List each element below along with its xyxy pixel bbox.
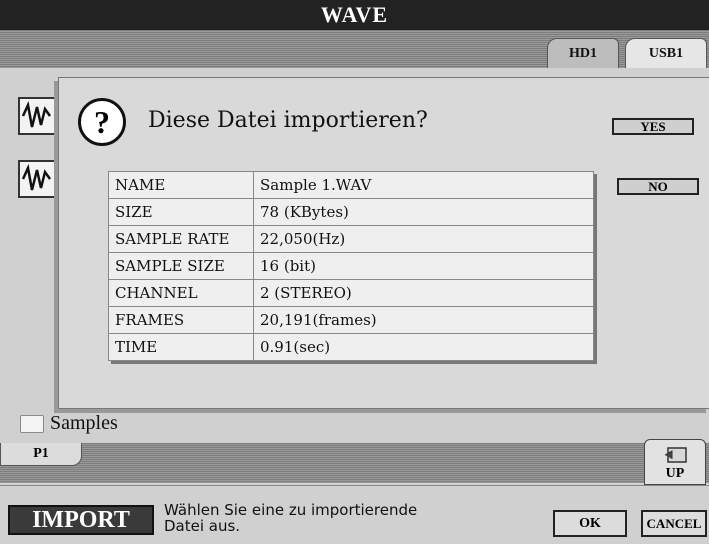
up-button-label: UP [665, 466, 685, 481]
no-button[interactable]: NO [617, 178, 699, 195]
folder-icon [20, 414, 44, 433]
wave-file-icon[interactable] [18, 97, 56, 135]
tab-usb1-label: USB1 [648, 46, 684, 61]
cancel-button[interactable]: CANCEL [641, 510, 707, 537]
info-value: 2 (STEREO) [253, 279, 594, 307]
tab-usb1[interactable]: USB1 [625, 38, 707, 69]
table-row: FRAMES 20,191(frames) [108, 306, 594, 334]
waveform-icon [21, 100, 52, 128]
page-tab-strip [0, 443, 709, 483]
tab-hd1[interactable]: HD1 [547, 38, 619, 69]
page-title: WAVE [320, 2, 389, 27]
folder-label: Samples [50, 412, 118, 434]
table-row: NAME Sample 1.WAV [108, 171, 594, 199]
title-bar: WAVE [0, 0, 709, 30]
info-key: TIME [108, 333, 254, 361]
ok-button[interactable]: OK [553, 510, 627, 537]
question-icon: ? [78, 98, 126, 146]
mode-label: IMPORT [8, 505, 154, 535]
table-row: SAMPLE RATE 22,050(Hz) [108, 225, 594, 253]
info-value: Sample 1.WAV [253, 171, 594, 199]
instruction-text: Wählen Sie eine zu importierende Datei a… [164, 502, 417, 534]
info-key: SAMPLE SIZE [108, 252, 254, 280]
table-row: TIME 0.91(sec) [108, 333, 594, 361]
info-value: 78 (KBytes) [253, 198, 594, 226]
file-info-table: NAME Sample 1.WAV SIZE 78 (KBytes) SAMPLE … [108, 171, 594, 361]
table-row: SIZE 78 (KBytes) [108, 198, 594, 226]
table-row: SAMPLE SIZE 16 (bit) [108, 252, 594, 280]
tab-page-1[interactable]: P1 [0, 443, 82, 466]
info-value: 20,191(frames) [253, 306, 594, 334]
info-key: SAMPLE RATE [108, 225, 254, 253]
folder-item[interactable]: Samples [20, 412, 118, 435]
dialog-question: Diese Datei importieren? [148, 108, 428, 133]
info-key: CHANNEL [108, 279, 254, 307]
info-value: 16 (bit) [253, 252, 594, 280]
info-value: 22,050(Hz) [253, 225, 594, 253]
info-value: 0.91(sec) [253, 333, 594, 361]
info-key: SIZE [108, 198, 254, 226]
wave-file-icon[interactable] [18, 160, 56, 198]
waveform-icon [21, 163, 52, 191]
tab-hd1-label: HD1 [569, 46, 597, 61]
instruction-line: Datei aus. [164, 517, 241, 535]
info-key: NAME [108, 171, 254, 199]
info-key: FRAMES [108, 306, 254, 334]
folder-up-icon [664, 447, 687, 463]
up-button[interactable]: UP [644, 439, 706, 485]
instruction-line: Wählen Sie eine zu importierende [164, 501, 418, 519]
table-row: CHANNEL 2 (STEREO) [108, 279, 594, 307]
yes-button[interactable]: YES [612, 118, 694, 135]
